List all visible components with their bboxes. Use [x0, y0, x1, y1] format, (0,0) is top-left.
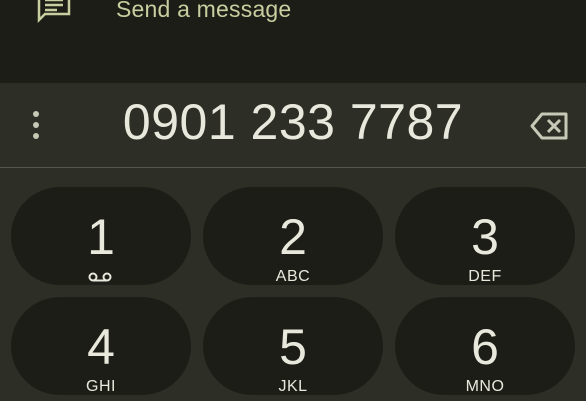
backspace-icon[interactable] — [530, 111, 570, 141]
key-2[interactable]: 2 ABC — [203, 187, 383, 285]
key-5[interactable]: 5 JKL — [203, 297, 383, 395]
top-bar: Send a message — [0, 0, 586, 83]
key-letters: MNO — [465, 378, 505, 395]
key-digit: 1 — [87, 209, 115, 265]
key-letters: JKL — [278, 378, 308, 395]
key-letters: GHI — [86, 378, 116, 395]
dialed-number[interactable]: 0901 233 7787 — [0, 93, 586, 151]
key-6[interactable]: 6 MNO — [395, 297, 575, 395]
key-digit: 3 — [471, 209, 499, 265]
key-digit: 6 — [471, 319, 499, 375]
send-message-row[interactable]: Send a message — [0, 0, 586, 30]
voicemail-icon — [88, 272, 112, 282]
key-letters: DEF — [468, 268, 502, 285]
key-3[interactable]: 3 DEF — [395, 187, 575, 285]
key-4[interactable]: 4 GHI — [11, 297, 191, 395]
dial-keypad: 1 2 ABC 3 DEF 4 GHI 5 JKL 6 MNO — [0, 168, 586, 401]
send-message-label: Send a message — [116, 0, 292, 22]
key-digit: 2 — [279, 209, 307, 265]
key-digit: 4 — [87, 319, 115, 375]
message-icon — [37, 0, 71, 24]
key-1[interactable]: 1 — [11, 187, 191, 285]
number-bar: 0901 233 7787 — [0, 83, 586, 168]
key-letters: ABC — [275, 268, 311, 285]
key-digit: 5 — [279, 319, 307, 375]
